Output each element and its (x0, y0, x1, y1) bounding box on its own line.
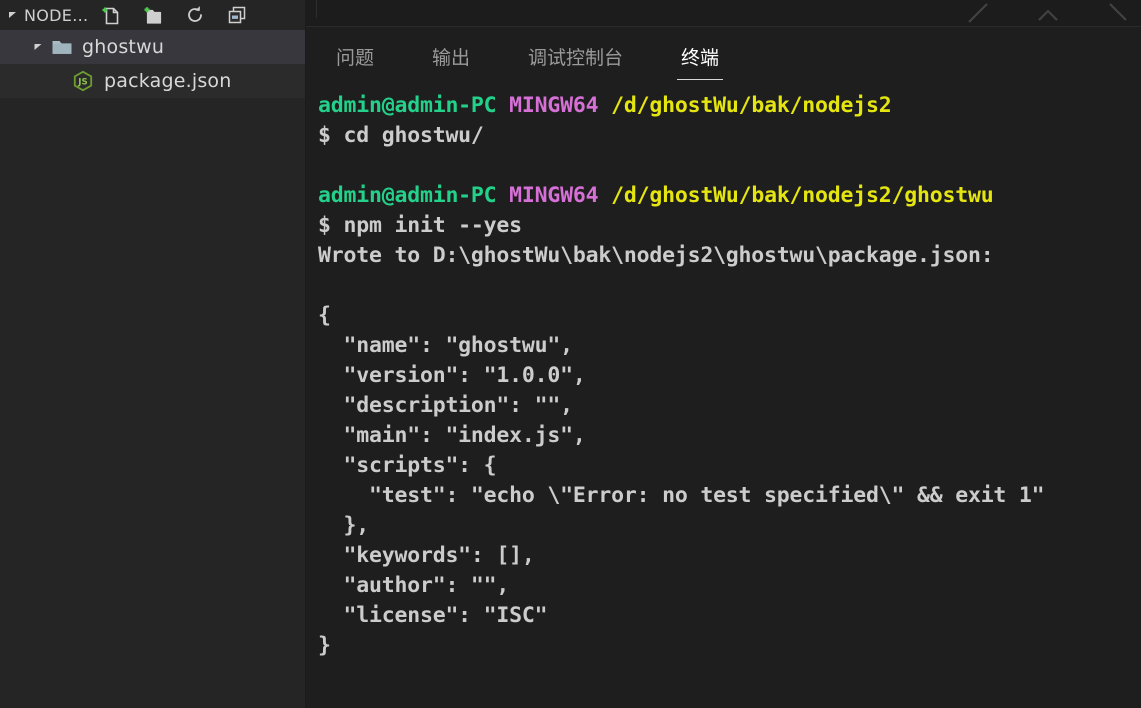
terminal-output-line: "scripts": { (318, 451, 1141, 481)
tree-row-label: package.json (104, 70, 232, 92)
terminal-command-line: $ npm init --yes (318, 211, 1141, 241)
tab-debug-console[interactable]: 调试控制台 (526, 39, 625, 80)
svg-text:JS: JS (77, 77, 87, 87)
chevron-up-icon[interactable] (1035, 0, 1061, 26)
panel-tab-bar: 问题 输出 调试控制台 终端 (306, 27, 1141, 89)
tree-row-folder-ghostwu[interactable]: ghostwu (0, 30, 306, 64)
terminal-output-line: } (318, 631, 1141, 661)
terminal-output-line: "main": "index.js", (318, 421, 1141, 451)
terminal-output-line: "test": "echo \"Error: no test specified… (318, 481, 1141, 511)
terminal-output-line: "author": "", (318, 571, 1141, 601)
tab-problems[interactable]: 问题 (334, 39, 376, 80)
panel-toolbar-icons (965, 0, 1131, 26)
terminal-prompt-line: admin@admin-PC MINGW64 /d/ghostWu/bak/no… (318, 181, 1141, 211)
tree-row-file-packagejson[interactable]: JS package.json (0, 64, 306, 98)
chevron-down-icon[interactable] (6, 8, 20, 22)
close-panel-icon[interactable] (1105, 0, 1131, 26)
terminal-output-line: "description": "", (318, 391, 1141, 421)
tab-output[interactable]: 输出 (430, 39, 472, 80)
terminal-command-line: $ cd ghostwu/ (318, 121, 1141, 151)
tab-terminal[interactable]: 终端 (679, 39, 721, 80)
prompt-user: admin@admin-PC (318, 93, 496, 118)
nodejs-js-icon: JS (72, 70, 94, 92)
toolbar-divider (316, 0, 317, 18)
prompt-path: /d/ghostWu/bak/nodejs2 (611, 93, 891, 118)
terminal-output-line: "name": "ghostwu", (318, 331, 1141, 361)
prompt-shell: MINGW64 (509, 183, 598, 208)
vscode-window: NODE... (0, 0, 1141, 708)
terminal-output-line: "version": "1.0.0", (318, 361, 1141, 391)
terminal-output[interactable]: admin@admin-PC MINGW64 /d/ghostWu/bak/no… (306, 89, 1141, 708)
collapse-all-icon[interactable] (226, 4, 248, 26)
explorer-actions (100, 4, 248, 26)
prompt-path: /d/ghostWu/bak/nodejs2/ghostwu (611, 183, 993, 208)
chevron-down-icon[interactable] (30, 39, 46, 55)
terminal-blank-line (318, 151, 1141, 181)
split-terminal-icon[interactable] (965, 0, 991, 26)
file-tree: ghostwu JS package.json (0, 30, 306, 708)
terminal-prompt-line: admin@admin-PC MINGW64 /d/ghostWu/bak/no… (318, 91, 1141, 121)
terminal-blank-line (318, 271, 1141, 301)
bottom-panel: 问题 输出 调试控制台 终端 admin@admin-PC MINGW64 /d… (306, 0, 1141, 708)
explorer-sidebar: NODE... (0, 0, 306, 708)
refresh-icon[interactable] (184, 4, 206, 26)
terminal-output-line: "license": "ISC" (318, 601, 1141, 631)
explorer-header: NODE... (0, 0, 306, 30)
panel-toolbar-strip (306, 0, 1141, 27)
prompt-user: admin@admin-PC (318, 183, 496, 208)
folder-open-icon (50, 35, 74, 59)
prompt-shell: MINGW64 (509, 93, 598, 118)
new-folder-icon[interactable] (142, 4, 164, 26)
terminal-output-line: { (318, 301, 1141, 331)
explorer-title: NODE... (24, 6, 88, 25)
terminal-output-line: Wrote to D:\ghostWu\bak\nodejs2\ghostwu\… (318, 241, 1141, 271)
tree-row-label: ghostwu (82, 36, 164, 58)
terminal-output-line: "keywords": [], (318, 541, 1141, 571)
new-file-icon[interactable] (100, 4, 122, 26)
terminal-output-line: }, (318, 511, 1141, 541)
